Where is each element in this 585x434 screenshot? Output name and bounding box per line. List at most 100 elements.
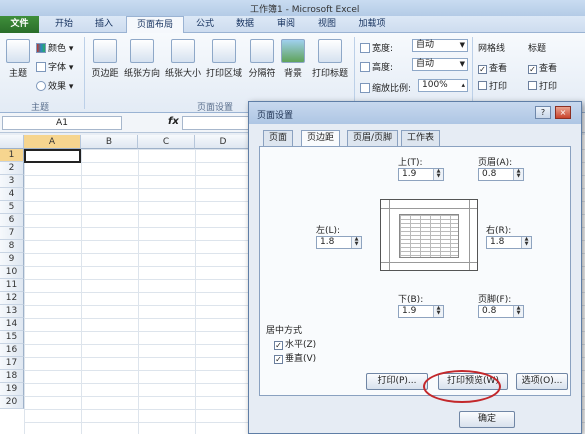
themes-button[interactable]: 主题	[4, 39, 32, 79]
column-header[interactable]: D	[195, 135, 252, 149]
row-header[interactable]: 11	[0, 279, 24, 292]
name-box[interactable]: A1	[2, 116, 122, 130]
scale-spinner[interactable]: 100% ▴	[418, 79, 468, 92]
checkbox-checked-icon: ✓	[274, 355, 283, 364]
tab-file[interactable]: 文件	[0, 16, 39, 33]
row-header[interactable]: 9	[0, 253, 24, 266]
dialog-title-bar[interactable]: 页面设置 ? ×	[249, 102, 581, 124]
gridlines-view-checkbox[interactable]: ✓ 查看	[478, 61, 507, 74]
orientation-icon	[130, 39, 154, 63]
column-header[interactable]: C	[138, 135, 195, 149]
fonts-button[interactable]: 字体 ▾	[36, 60, 73, 73]
dialog-title: 页面设置	[257, 111, 294, 121]
active-cell[interactable]	[24, 149, 81, 163]
row-header[interactable]: 14	[0, 318, 24, 331]
headings-title: 标题	[528, 44, 547, 54]
breaks-button[interactable]: 分隔符	[245, 39, 279, 79]
paper-size-button[interactable]: 纸张大小	[163, 39, 203, 79]
row-header[interactable]: 5	[0, 201, 24, 214]
tab-addins[interactable]: 加载项	[348, 16, 396, 33]
group-separator	[354, 37, 355, 109]
title-bar: 工作簿1 - Microsoft Excel	[0, 0, 585, 16]
highlight-circle	[423, 370, 501, 403]
row-header[interactable]: 3	[0, 175, 24, 188]
tab-view[interactable]: 视图	[308, 16, 346, 33]
left-margin-label: 左(L):	[316, 226, 341, 236]
print-area-button[interactable]: 打印区域	[204, 39, 244, 79]
height-dropdown[interactable]: 自动 ▼	[412, 58, 468, 71]
spinner-icon[interactable]: ▲ ▼	[521, 237, 531, 248]
top-margin-input[interactable]: 1.9 ▲ ▼	[398, 168, 444, 181]
margins-button[interactable]: 页边距	[88, 39, 122, 79]
center-vertical-checkbox[interactable]: ✓ 垂直(V)	[274, 351, 316, 364]
fonts-icon	[36, 62, 46, 72]
checkbox-checked-icon: ✓	[478, 65, 487, 74]
tab-page-layout[interactable]: 页面布局	[126, 16, 184, 34]
checkbox-unchecked-icon	[528, 81, 537, 90]
select-all-corner[interactable]	[0, 135, 24, 149]
tab-header-footer[interactable]: 页眉/页脚	[347, 130, 399, 146]
center-horizontal-checkbox[interactable]: ✓ 水平(Z)	[274, 337, 316, 350]
spinner-icon[interactable]: ▲ ▼	[433, 306, 443, 317]
gridlines-print-checkbox[interactable]: 打印	[478, 79, 507, 92]
print-titles-button[interactable]: 打印标题	[308, 39, 352, 79]
row-header[interactable]: 7	[0, 227, 24, 240]
chevron-down-icon: ▼	[459, 41, 465, 49]
tab-review[interactable]: 审阅	[266, 16, 306, 33]
tab-insert[interactable]: 插入	[84, 16, 124, 33]
row-header[interactable]: 19	[0, 383, 24, 396]
column-header[interactable]: B	[81, 135, 138, 149]
row-header[interactable]: 16	[0, 344, 24, 357]
ribbon-tabs: 文件 开始 插入 页面布局 公式 数据 审阅 视图 加载项	[0, 16, 585, 34]
options-button[interactable]: 选项(O)...	[516, 373, 568, 390]
orientation-button[interactable]: 纸张方向	[122, 39, 162, 79]
help-button[interactable]: ?	[535, 106, 551, 119]
paper-size-icon	[171, 39, 195, 63]
center-on-page-title: 居中方式	[266, 326, 303, 336]
spinner-icon[interactable]: ▲ ▼	[513, 306, 523, 317]
footer-margin-input[interactable]: 0.8 ▲ ▼	[478, 305, 524, 318]
row-header[interactable]: 18	[0, 370, 24, 383]
row-header[interactable]: 12	[0, 292, 24, 305]
tab-margins[interactable]: 页边距	[301, 130, 341, 147]
print-button[interactable]: 打印(P)...	[366, 373, 428, 390]
row-header[interactable]: 1	[0, 149, 24, 162]
row-header[interactable]: 13	[0, 305, 24, 318]
close-button[interactable]: ×	[555, 106, 571, 119]
margin-guide	[381, 262, 477, 263]
scale-icon	[360, 83, 370, 93]
row-header[interactable]: 8	[0, 240, 24, 253]
spinner-icon[interactable]: ▲ ▼	[351, 237, 361, 248]
row-header[interactable]: 4	[0, 188, 24, 201]
background-button[interactable]: 背景	[280, 39, 306, 79]
row-header[interactable]: 20	[0, 396, 24, 409]
effects-button[interactable]: 效果 ▾	[36, 79, 73, 92]
row-header[interactable]: 10	[0, 266, 24, 279]
right-margin-input[interactable]: 1.8 ▲ ▼	[486, 236, 532, 249]
row-header[interactable]: 17	[0, 357, 24, 370]
width-dropdown[interactable]: 自动 ▼	[412, 39, 468, 52]
function-icon[interactable]: fx	[168, 116, 179, 127]
headings-print-checkbox[interactable]: 打印	[528, 79, 557, 92]
gridlines-title: 网格线	[478, 44, 506, 54]
column-header[interactable]: A	[24, 135, 81, 149]
row-header[interactable]: 6	[0, 214, 24, 227]
margin-guide	[381, 208, 477, 209]
tab-page[interactable]: 页面	[263, 130, 294, 146]
spinner-icon[interactable]: ▲ ▼	[513, 169, 523, 180]
effects-icon	[36, 81, 46, 91]
ok-button[interactable]: 确定	[459, 411, 515, 428]
left-margin-input[interactable]: 1.8 ▲ ▼	[316, 236, 362, 249]
quick-access-toolbar[interactable]	[4, 2, 64, 13]
headings-view-checkbox[interactable]: ✓ 查看	[528, 61, 557, 74]
header-margin-input[interactable]: 0.8 ▲ ▼	[478, 168, 524, 181]
tab-formulas[interactable]: 公式	[186, 16, 224, 33]
row-header[interactable]: 15	[0, 331, 24, 344]
tab-sheet[interactable]: 工作表	[401, 130, 441, 146]
row-header[interactable]: 2	[0, 162, 24, 175]
spinner-icon[interactable]: ▲ ▼	[433, 169, 443, 180]
tab-data[interactable]: 数据	[226, 16, 264, 33]
bottom-margin-input[interactable]: 1.9 ▲ ▼	[398, 305, 444, 318]
colors-button[interactable]: 颜色 ▾	[36, 41, 73, 54]
tab-home[interactable]: 开始	[44, 16, 84, 33]
